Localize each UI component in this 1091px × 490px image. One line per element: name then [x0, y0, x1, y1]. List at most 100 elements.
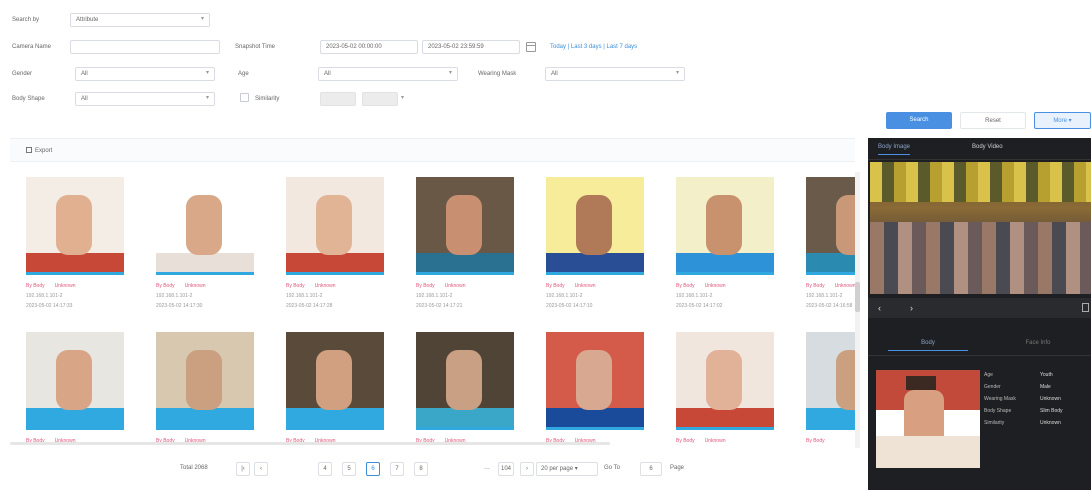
total-count: Total 2068 [180, 465, 208, 471]
expand-icon[interactable] [1082, 303, 1089, 312]
age-select[interactable]: All ▾ [318, 67, 458, 81]
attribute-row: Body Shape Slim Body [984, 408, 1088, 418]
goto-page-input[interactable]: 6 [640, 462, 662, 476]
page-button[interactable]: 4 [318, 462, 332, 476]
export-button[interactable]: Export [26, 145, 52, 157]
card-camera: 192.168.1.101-2 [546, 293, 583, 299]
result-card[interactable]: By Body Unknown [416, 332, 516, 448]
wearing-mask-select[interactable]: All ▾ [545, 67, 685, 81]
start-time-input[interactable]: 2023-05-02 00:00:00 [320, 40, 418, 54]
pagination-ellipsis: … [480, 462, 494, 476]
card-tags: By Body Unknown [676, 283, 725, 289]
body-crop-image [876, 370, 980, 468]
body-thumbnail[interactable] [546, 177, 644, 275]
body-thumbnail[interactable] [26, 177, 124, 275]
per-page-select[interactable]: 20 per page ▾ [536, 462, 598, 476]
card-status: Unknown [184, 283, 206, 289]
search-by-value: Attribute [76, 17, 99, 23]
body-thumbnail[interactable] [286, 332, 384, 430]
reset-button[interactable]: Reset [960, 112, 1026, 129]
card-tags: By Body Unknown [546, 283, 595, 289]
detail-panel: Body Image Body Video ‹ › Body Face Info… [868, 138, 1091, 490]
result-card[interactable]: By Body Unknown 192.168.1.101-2 2023-05-02 … [676, 177, 776, 317]
body-thumbnail[interactable] [416, 332, 514, 430]
similarity-min-input[interactable] [320, 92, 356, 106]
search-button[interactable]: Search [886, 112, 952, 129]
body-thumbnail[interactable] [546, 332, 644, 430]
wearing-mask-label: Wearing Mask [478, 71, 517, 77]
body-thumbnail[interactable] [156, 177, 254, 275]
page-button-last[interactable]: 104 [498, 462, 515, 476]
body-thumbnail[interactable] [286, 177, 384, 275]
result-card[interactable]: By Body Unknown 192.168.1.101-2 2023-05-02 … [546, 177, 646, 317]
card-time: 2023-05-02 14:16:58 [806, 303, 853, 309]
body-thumbnail[interactable] [806, 332, 857, 430]
page-button[interactable]: 6 [366, 462, 380, 476]
card-camera: 192.168.1.101-2 [156, 293, 193, 299]
app-root: Search by Attribute ▾ Camera Name Snapsh… [0, 0, 1091, 490]
result-card[interactable]: By Body Unknown 192.168.1.101-2 2023-05-02 … [806, 177, 857, 317]
card-camera: 192.168.1.101-2 [416, 293, 453, 299]
camera-name-input[interactable] [70, 40, 220, 54]
result-card[interactable]: By Body Unknown [676, 332, 776, 448]
result-card[interactable]: By Body Unknown 192.168.1.101-2 2023-05-02 … [286, 177, 386, 317]
body-shape-select[interactable]: All ▾ [75, 92, 215, 106]
body-thumbnail[interactable] [26, 332, 124, 430]
page-button[interactable]: 8 [414, 462, 428, 476]
attribute-label: Similarity [984, 420, 1005, 426]
result-grid: By Body Unknown 192.168.1.101-2 2023-05-02 … [10, 172, 857, 448]
card-type: By Body [676, 283, 695, 289]
chevron-right-icon[interactable]: › [910, 303, 913, 313]
similarity-label: Similarity [255, 96, 280, 102]
result-card[interactable]: By Body Unknown 192.168.1.101-2 2023-05-02 … [416, 177, 516, 317]
scrollbar-thumb[interactable] [855, 282, 860, 312]
chevron-down-icon: ▾ [200, 16, 204, 22]
attribute-row: Wearing Mask Unknown [984, 396, 1088, 406]
page-button[interactable]: 5 [342, 462, 356, 476]
result-card[interactable]: By Body Unknown 192.168.1.101-2 2023-05-02 … [26, 177, 126, 317]
result-card[interactable]: By Body Unknown [286, 332, 386, 448]
card-status: Unknown [704, 283, 726, 289]
quick-time-links[interactable]: Today | Last 3 days | Last 7 days [550, 44, 637, 50]
result-card[interactable]: By Body [806, 332, 857, 448]
end-time-input[interactable]: 2023-05-02 23:59:59 [422, 40, 520, 54]
export-icon [26, 147, 32, 153]
chevron-left-icon[interactable]: ‹ [878, 303, 881, 313]
body-thumbnail[interactable] [676, 332, 774, 430]
prev-page-button[interactable]: ‹ [254, 462, 268, 476]
card-type: By Body [156, 283, 175, 289]
first-page-button[interactable]: |‹ [236, 462, 250, 476]
card-type: By Body [806, 283, 825, 289]
body-thumbnail[interactable] [156, 332, 254, 430]
result-card[interactable]: By Body Unknown [26, 332, 126, 448]
search-by-select[interactable]: Attribute ▾ [70, 13, 210, 27]
attribute-row: Age Youth [984, 372, 1088, 382]
more-button[interactable]: More ▾ [1034, 112, 1091, 129]
tab-body-video[interactable]: Body Video [972, 144, 1003, 150]
card-time: 2023-05-02 14:17:02 [676, 303, 723, 309]
grid-horizontal-scrollbar[interactable] [10, 442, 610, 445]
age-value: All [324, 71, 331, 77]
similarity-checkbox[interactable] [240, 93, 249, 102]
similarity-max-input[interactable] [362, 92, 398, 106]
calendar-icon[interactable] [526, 42, 536, 52]
end-time-value: 2023-05-02 23:59:59 [428, 44, 484, 50]
body-thumbnail[interactable] [416, 177, 514, 275]
search-by-label: Search by [12, 17, 40, 23]
gender-select[interactable]: All ▾ [75, 67, 215, 81]
grid-vertical-scrollbar[interactable] [855, 172, 860, 448]
card-status: Unknown [54, 283, 76, 289]
body-shape-value: All [81, 96, 88, 102]
chevron-down-icon: ▾ [675, 70, 679, 76]
tab-face-info[interactable]: Face Info [998, 340, 1078, 346]
result-card[interactable]: By Body Unknown [546, 332, 646, 448]
page-button[interactable]: 7 [390, 462, 404, 476]
tab-body-info[interactable]: Body [888, 340, 968, 351]
result-card[interactable]: By Body Unknown 192.168.1.101-2 2023-05-02 … [156, 177, 256, 317]
body-thumbnail[interactable] [806, 177, 857, 275]
card-camera: 192.168.1.101-2 [26, 293, 63, 299]
body-thumbnail[interactable] [676, 177, 774, 275]
result-card[interactable]: By Body Unknown [156, 332, 256, 448]
tab-body-image[interactable]: Body Image [878, 144, 911, 155]
next-page-button[interactable]: › [520, 462, 534, 476]
